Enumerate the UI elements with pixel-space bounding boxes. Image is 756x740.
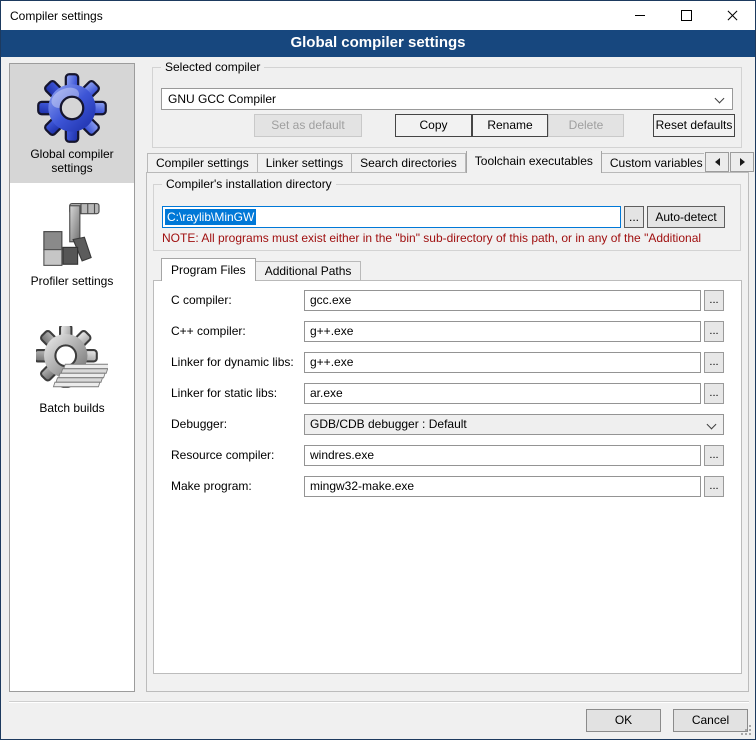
footer-separator <box>9 701 749 703</box>
debugger-label: Debugger: <box>171 414 227 435</box>
c-compiler-input[interactable]: gcc.exe <box>304 290 701 311</box>
dynamic-linker-input[interactable]: g++.exe <box>304 352 701 373</box>
sidebar-item-global-compiler-settings[interactable]: Global compiler settings <box>10 64 134 183</box>
main-tab-strip: Compiler settings Linker settings Search… <box>147 151 704 173</box>
tab-search-directories[interactable]: Search directories <box>352 153 466 173</box>
sidebar-item-profiler-settings[interactable]: Profiler settings <box>10 191 134 296</box>
delete-button[interactable]: Delete <box>548 114 624 137</box>
resize-grip-dots <box>741 733 743 735</box>
resource-compiler-row: Resource compiler: windres.exe ... <box>154 445 741 466</box>
resource-compiler-label: Resource compiler: <box>171 445 274 466</box>
make-program-input[interactable]: mingw32-make.exe <box>304 476 701 497</box>
page-title: Global compiler settings <box>1 30 755 57</box>
cpp-compiler-input[interactable]: g++.exe <box>304 321 701 342</box>
tab-compiler-settings[interactable]: Compiler settings <box>147 153 258 173</box>
static-linker-label: Linker for static libs: <box>171 383 277 404</box>
settings-sidebar: Global compiler settings Profiler se <box>9 63 135 692</box>
install-dir-input[interactable]: C:\raylib\MinGW <box>162 206 621 228</box>
arrow-right-icon <box>740 158 745 166</box>
c-compiler-browse-button[interactable]: ... <box>704 290 724 311</box>
window-controls <box>617 1 755 30</box>
minimize-button[interactable] <box>617 1 663 30</box>
installation-directory-legend: Compiler's installation directory <box>162 177 336 191</box>
chevron-down-icon <box>715 94 725 104</box>
tab-scroll-buttons <box>704 152 754 172</box>
compiler-select[interactable]: GNU GCC Compiler <box>161 88 733 110</box>
debugger-select-value: GDB/CDB debugger : Default <box>310 417 467 431</box>
bin-subdirectory-note: NOTE: All programs must exist either in … <box>162 231 736 245</box>
cancel-button[interactable]: Cancel <box>673 709 748 732</box>
maximize-button[interactable] <box>663 1 709 30</box>
static-linker-input[interactable]: ar.exe <box>304 383 701 404</box>
chevron-down-icon <box>707 420 717 430</box>
blue-gear-icon <box>36 72 108 144</box>
program-files-panel: C compiler: gcc.exe ... C++ compiler: g+… <box>153 280 742 674</box>
sidebar-item-label: Global compiler settings <box>12 147 132 175</box>
cpp-compiler-label: C++ compiler: <box>171 321 246 342</box>
resource-compiler-browse-button[interactable]: ... <box>704 445 724 466</box>
tab-scroll-left-button[interactable] <box>705 152 729 172</box>
make-program-row: Make program: mingw32-make.exe ... <box>154 476 741 497</box>
resize-grip[interactable] <box>741 725 751 735</box>
arrow-left-icon <box>715 158 720 166</box>
sidebar-item-label: Batch builds <box>12 401 132 415</box>
debugger-row: Debugger: GDB/CDB debugger : Default <box>154 414 741 435</box>
sidebar-item-label: Profiler settings <box>12 274 132 288</box>
titlebar: Compiler settings <box>1 1 755 30</box>
maximize-icon <box>681 10 692 21</box>
cpp-compiler-row: C++ compiler: g++.exe ... <box>154 321 741 342</box>
compiler-settings-dialog: Compiler settings Global compiler settin… <box>0 0 756 740</box>
tab-additional-paths[interactable]: Additional Paths <box>256 261 362 281</box>
close-button[interactable] <box>709 1 755 30</box>
debugger-select[interactable]: GDB/CDB debugger : Default <box>304 414 724 435</box>
copy-button[interactable]: Copy <box>395 114 472 137</box>
selected-compiler-legend: Selected compiler <box>161 60 264 74</box>
tab-custom-variables[interactable]: Custom variables <box>602 153 704 173</box>
dynamic-linker-row: Linker for dynamic libs: g++.exe ... <box>154 352 741 373</box>
reset-defaults-button[interactable]: Reset defaults <box>653 114 735 137</box>
resource-compiler-input[interactable]: windres.exe <box>304 445 701 466</box>
sidebar-item-batch-builds[interactable]: Batch builds <box>10 318 134 423</box>
ok-button[interactable]: OK <box>586 709 661 732</box>
tab-scroll-right-button[interactable] <box>730 152 754 172</box>
install-dir-selected-text: C:\raylib\MinGW <box>165 209 256 225</box>
cpp-compiler-browse-button[interactable]: ... <box>704 321 724 342</box>
close-icon <box>726 9 739 22</box>
static-linker-browse-button[interactable]: ... <box>704 383 724 404</box>
c-compiler-label: C compiler: <box>171 290 232 311</box>
installation-directory-group: Compiler's installation directory C:\ray… <box>153 184 741 251</box>
caliper-tool-icon <box>36 199 108 271</box>
gray-gear-stack-icon <box>36 326 108 398</box>
tab-linker-settings[interactable]: Linker settings <box>258 153 352 173</box>
window-title: Compiler settings <box>10 9 103 23</box>
selected-compiler-group: Selected compiler GNU GCC Compiler Set a… <box>152 67 742 148</box>
sub-tab-strip: Program Files Additional Paths <box>161 259 361 281</box>
browse-install-dir-button[interactable]: ... <box>624 206 644 228</box>
tab-program-files[interactable]: Program Files <box>161 258 256 281</box>
dynamic-linker-browse-button[interactable]: ... <box>704 352 724 373</box>
compiler-select-value: GNU GCC Compiler <box>168 92 276 106</box>
minimize-icon <box>635 15 645 16</box>
c-compiler-row: C compiler: gcc.exe ... <box>154 290 741 311</box>
set-as-default-button[interactable]: Set as default <box>254 114 362 137</box>
dynamic-linker-label: Linker for dynamic libs: <box>171 352 294 373</box>
tab-toolchain-executables[interactable]: Toolchain executables <box>466 151 602 173</box>
make-program-browse-button[interactable]: ... <box>704 476 724 497</box>
rename-button[interactable]: Rename <box>472 114 548 137</box>
toolchain-executables-panel: Compiler's installation directory C:\ray… <box>146 172 749 692</box>
auto-detect-button[interactable]: Auto-detect <box>647 206 725 228</box>
make-program-label: Make program: <box>171 476 252 497</box>
static-linker-row: Linker for static libs: ar.exe ... <box>154 383 741 404</box>
